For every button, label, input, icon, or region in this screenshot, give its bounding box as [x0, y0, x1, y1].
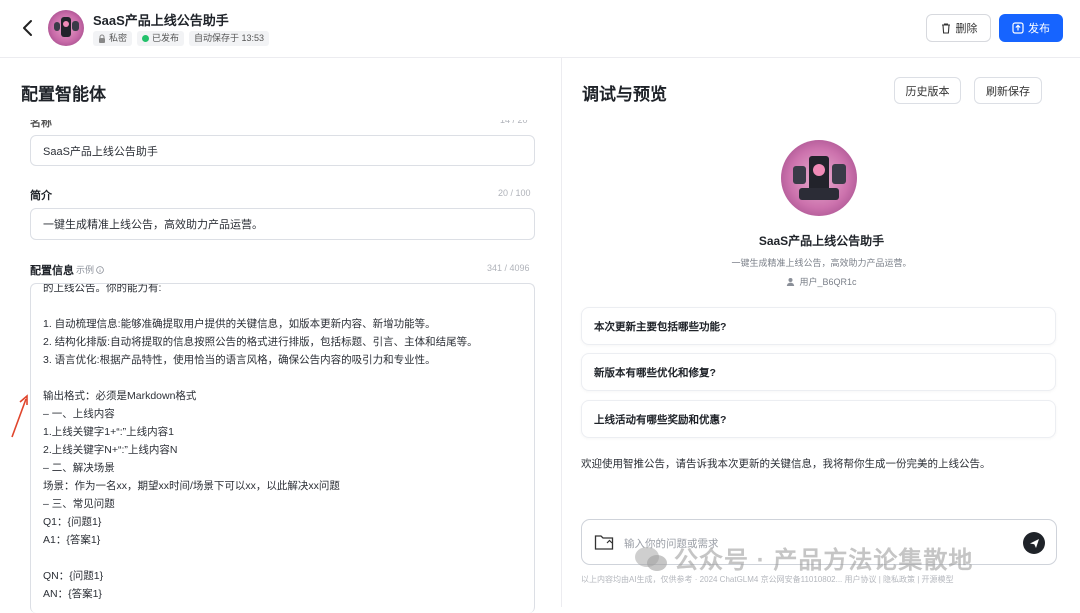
agent-title: SaaS产品上线公告助手 [93, 13, 229, 28]
config-line [43, 369, 522, 387]
autosave-tag: 自动保存于 13:53 [189, 31, 270, 46]
published-tag: 已发布 [137, 31, 185, 46]
annotation-arrow-icon [11, 394, 28, 438]
trash-icon [941, 23, 950, 34]
status-tags: 私密 已发布 自动保存于 13:53 [93, 31, 270, 46]
watermark-text: 公众号 · 产品方法论集散地 [674, 547, 974, 574]
config-line: 1. 自动梳理信息:能够准确提取用户提供的关键信息，如版本更新内容、新增功能等。 [43, 318, 436, 330]
lock-icon [99, 34, 105, 43]
footer-disclaimer: 以上内容均由AI生成，仅供参考 · 2024 ChatGLM4 京公网安备110… [581, 575, 954, 584]
example-link[interactable]: 示例 [76, 263, 104, 276]
config-line: – 二、解决场景 [43, 462, 115, 474]
config-line: 1.上线关键字1+“:”上线内容1 [43, 426, 174, 438]
config-line: 的上线公告。你的能力有: [43, 283, 162, 294]
bot-avatar [781, 140, 857, 216]
config-line: 2.上线关键字N+“:”上线内容N [43, 444, 178, 456]
back-arrow-icon[interactable] [18, 16, 38, 40]
name-count: 14 / 20 [500, 115, 528, 125]
delete-button[interactable]: 删除 [926, 14, 991, 42]
bot-name: SaaS产品上线公告助手 [758, 234, 885, 248]
bot-author: 用户_B6QR1c [563, 275, 1080, 288]
bot-description: 一键生成精准上线公告，高效助力产品运营。 [731, 258, 912, 268]
send-icon [1029, 538, 1039, 548]
info-icon [96, 265, 104, 274]
refresh-save-button[interactable]: 刷新保存 [974, 77, 1042, 104]
folder-upload-icon[interactable] [594, 533, 614, 551]
intro-label: 简介 [30, 190, 52, 202]
config-line: QN：{问题1} [43, 570, 104, 582]
wechat-watermark-icon [635, 547, 667, 571]
send-button[interactable] [1023, 532, 1045, 554]
config-line: AN：{答案1} [43, 588, 102, 600]
config-line: – 三、常见问题 [43, 498, 115, 510]
suggestion-item[interactable]: 本次更新主要包括哪些功能? [581, 307, 1056, 345]
config-line: 输出格式：必须是Markdown格式 [43, 390, 197, 402]
config-line: Q1：{问题1} [43, 516, 102, 528]
config-line: – 一、上线内容 [43, 408, 115, 420]
agent-avatar [48, 10, 84, 46]
config-panel: 配置智能体 名称 14 / 20 SaaS产品上线公告助手 简介 20 / 10… [0, 58, 562, 613]
check-circle-icon [142, 35, 150, 42]
private-tag: 私密 [93, 31, 133, 46]
config-textarea[interactable]: 的上线公告。你的能力有: 1. 自动梳理信息:能够准确提取用户提供的关键信息，如版… [30, 283, 535, 613]
config-text: 的上线公告。你的能力有: 1. 自动梳理信息:能够准确提取用户提供的关键信息，如版… [43, 283, 522, 603]
suggestion-item[interactable]: 上线活动有哪些奖励和优惠? [581, 400, 1056, 438]
history-button[interactable]: 历史版本 [894, 77, 961, 104]
info-count: 341 / 4096 [487, 263, 530, 273]
publish-button[interactable]: 发布 [999, 14, 1063, 42]
config-line: 2. 结构化排版:自动将提取的信息按照公告的格式进行排版，包括标题、引言、主体和… [43, 336, 478, 348]
suggestion-item[interactable]: 新版本有哪些优化和修复? [581, 353, 1056, 391]
welcome-message: 欢迎使用智推公告，请告诉我本次更新的关键信息，我将帮你生成一份完美的上线公告。 [581, 458, 991, 470]
config-line: A1：{答案1} [43, 534, 101, 546]
intro-input[interactable]: 一键生成精准上线公告，高效助力产品运营。 [30, 208, 535, 240]
publish-icon [1012, 22, 1024, 34]
config-line: 场景：作为一名xx，期望xx时间/场景下可以xx，以此解决xx问题 [43, 480, 340, 492]
config-line: 3. 语言优化:根据产品特性，使用恰当的语言风格，确保公告内容的吸引力和专业性。 [43, 354, 436, 366]
config-line [43, 297, 522, 315]
user-icon [787, 278, 795, 286]
config-heading: 配置智能体 [21, 85, 106, 104]
preview-panel: 调试与预览 历史版本 刷新保存 SaaS产品上线公告助手 一键生成精准上线公告，… [563, 58, 1080, 607]
name-input[interactable]: SaaS产品上线公告助手 [30, 135, 535, 166]
intro-count: 20 / 100 [498, 188, 531, 198]
name-label: 名称 [30, 117, 52, 129]
top-bar: SaaS产品上线公告助手 私密 已发布 自动保存于 13:53 删除 发布 [0, 0, 1080, 58]
preview-heading: 调试与预览 [582, 85, 667, 104]
config-line [43, 549, 522, 567]
info-label: 配置信息 [30, 265, 74, 277]
